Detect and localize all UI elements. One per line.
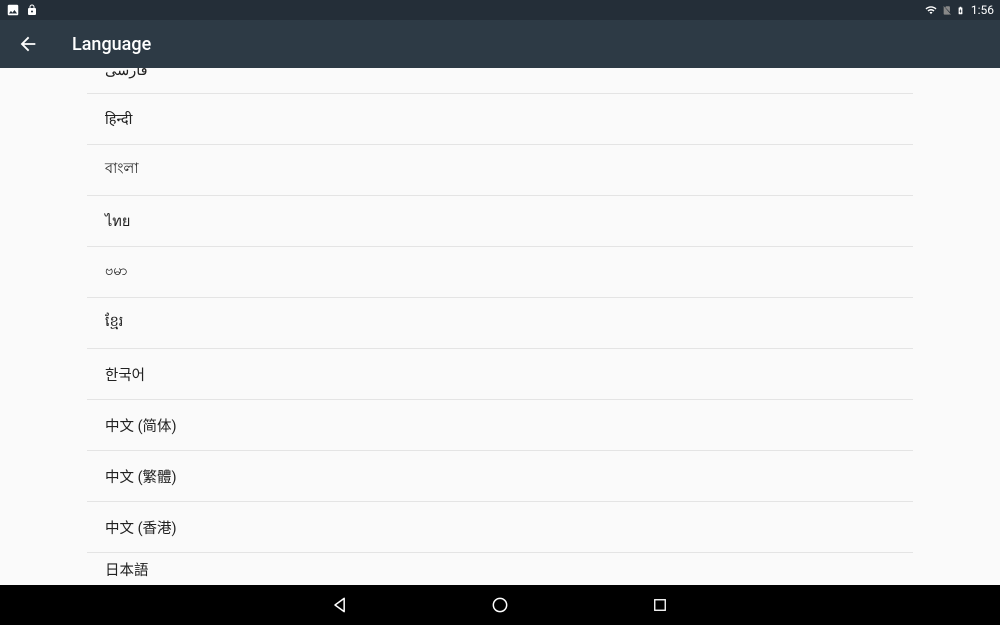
language-label: 한국어 [105,364,145,385]
language-item[interactable]: ဗမာ [87,247,913,298]
circle-home-icon [490,595,510,615]
status-bar: 1:56 [0,0,1000,20]
nav-recent-button[interactable] [645,590,675,620]
app-bar: Language [0,20,1000,68]
language-label: ไทย [105,210,130,233]
square-recent-icon [651,596,669,614]
language-item[interactable]: हिन्दी [87,94,913,145]
language-item[interactable]: ខ្មែរ [87,298,913,349]
language-item[interactable]: 中文 (简体) [87,400,913,451]
wifi-icon [924,4,938,16]
arrow-back-icon [17,33,39,55]
no-sim-icon [942,4,952,16]
language-item[interactable]: বাংলা [87,145,913,196]
back-button[interactable] [8,24,48,64]
status-time: 1:56 [971,3,994,17]
page-title: Language [72,34,151,55]
language-item[interactable]: 中文 (繁體) [87,451,913,502]
language-label: 中文 (简体) [105,415,177,436]
nav-back-button[interactable] [325,590,355,620]
language-label: हिन्दी [105,109,132,129]
language-item[interactable]: 中文 (香港) [87,502,913,553]
image-icon [6,3,20,17]
lock-icon [26,4,38,16]
language-list: فارسی हिन्दी বাংলা ไทย ဗမာ ខ្មែរ 한국어 中文 … [87,68,913,585]
status-right: 1:56 [924,3,994,17]
language-item[interactable]: فارسی [87,68,913,94]
nav-home-button[interactable] [485,590,515,620]
triangle-back-icon [330,595,350,615]
content-area: فارسی हिन्दी বাংলা ไทย ဗမာ ខ្មែរ 한국어 中文 … [0,68,1000,585]
language-label: 中文 (香港) [105,517,177,538]
navigation-bar [0,585,1000,625]
language-label: বাংলা [105,158,139,182]
language-item[interactable]: 日本語 [87,553,913,585]
language-label: 日本語 [105,559,149,580]
language-item[interactable]: 한국어 [87,349,913,400]
language-label: فارسی [105,68,148,79]
language-item[interactable]: ไทย [87,196,913,247]
language-label: 中文 (繁體) [105,466,177,487]
battery-charging-icon [956,4,965,17]
language-label: ខ្មែរ [105,313,123,334]
language-label: ဗမာ [105,262,128,283]
status-left [6,3,38,17]
